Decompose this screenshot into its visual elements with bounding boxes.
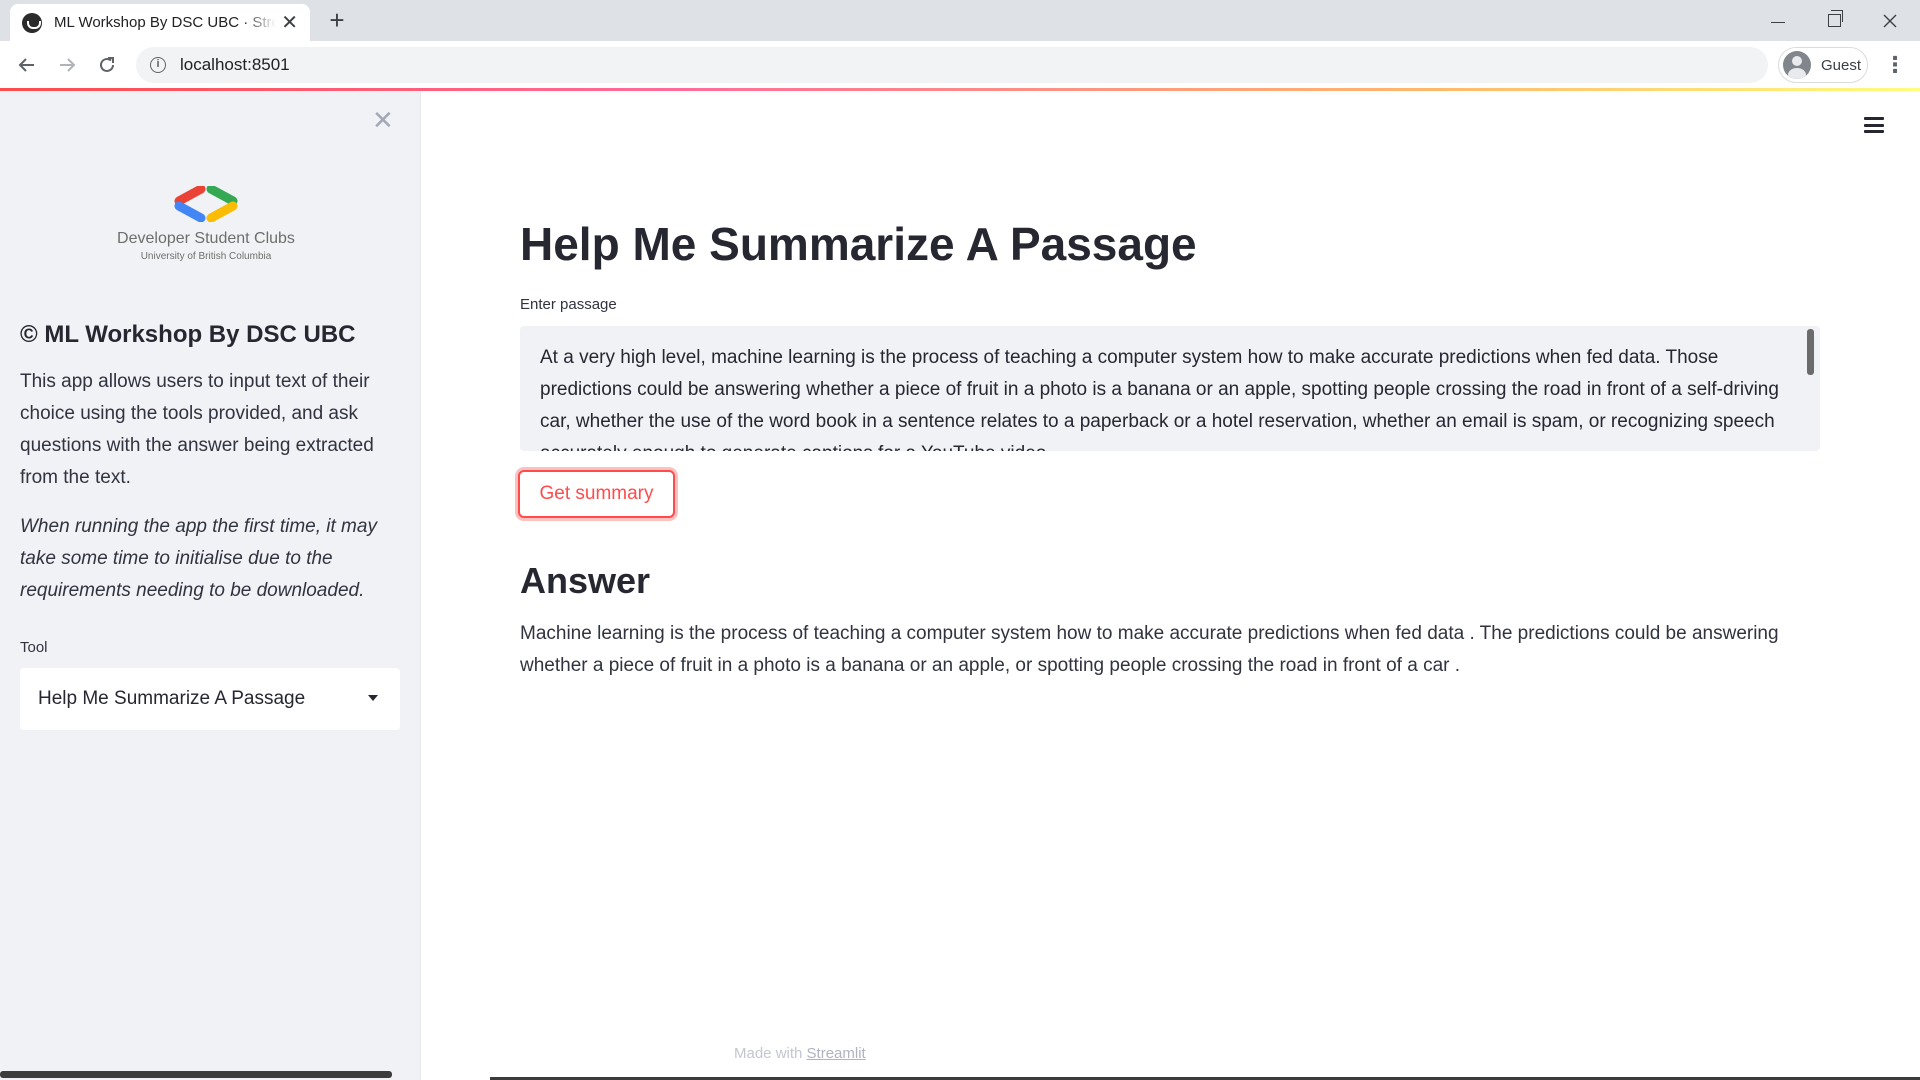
tool-select[interactable]: Help Me Summarize A Passage [20,668,400,730]
hamburger-icon[interactable] [1864,117,1884,133]
passage-text: At a very high level, machine learning i… [540,347,1779,451]
window-minimize-button[interactable] [1750,0,1806,41]
footer-prefix: Made with [734,1045,803,1062]
sidebar-divider [420,91,421,1080]
answer-heading: Answer [520,560,651,601]
browser-menu-icon[interactable]: ⋮ [1880,50,1910,80]
new-tab-button[interactable]: + [322,6,352,36]
reload-icon [100,57,114,72]
dsc-brackets-icon [174,186,238,222]
profile-label: Guest [1821,56,1862,74]
logo-title: Developer Student Clubs [117,230,295,247]
browser-tab-bar: ML Workshop By DSC UBC · Streamlit ✕ + [0,0,1920,41]
streamlit-link[interactable]: Streamlit [807,1045,866,1062]
info-icon[interactable]: i [150,57,166,73]
streamlit-favicon-icon [22,12,42,33]
get-summary-button[interactable]: Get summary [518,470,675,518]
url-text: localhost:8501 [180,55,290,74]
sidebar-note: When running the app the first time, it … [20,516,377,601]
browser-tab[interactable]: ML Workshop By DSC UBC · Streamlit ✕ [10,4,310,41]
tool-select-value: Help Me Summarize A Passage [38,688,306,709]
arrow-left-icon [18,58,34,72]
browser-toolbar: i localhost:8501 Guest ⋮ [0,41,1920,88]
restore-icon [1827,10,1843,27]
tool-label: Tool [20,639,48,656]
profile-button[interactable]: Guest [1778,47,1868,83]
passage-textarea[interactable]: At a very high level, machine learning i… [520,326,1820,451]
arrow-right-icon [60,58,76,72]
textarea-scrollbar[interactable] [1807,329,1814,375]
tab-title: ML Workshop By DSC UBC · Streamlit [54,14,276,31]
sidebar: ✕ Developer Student Clubs University of … [0,91,420,1080]
reload-button[interactable] [92,50,122,80]
sidebar-heading: © ML Workshop By DSC UBC [20,321,356,348]
logo-subtitle: University of British Columbia [140,251,272,262]
page-title: Help Me Summarize A Passage [520,218,1197,270]
dsc-logo: Developer Student Clubs University of Br… [105,186,307,276]
window-restore-button[interactable] [1806,0,1862,41]
chevron-down-icon [368,695,378,701]
sidebar-close-icon[interactable]: ✕ [372,107,394,133]
footer: Made with Streamlit [734,1045,866,1062]
passage-label: Enter passage [520,296,617,313]
avatar-icon [1783,51,1811,79]
forward-button[interactable] [52,50,82,80]
window-close-button[interactable] [1862,0,1918,41]
address-bar[interactable]: i localhost:8501 [136,47,1768,83]
sidebar-description: This app allows users to input text of t… [20,371,374,488]
close-icon [1883,14,1897,27]
minimize-icon [1771,22,1785,23]
answer-text: Machine learning is the process of teach… [520,623,1779,676]
sidebar-horizontal-scrollbar[interactable] [0,1071,392,1078]
back-button[interactable] [12,50,42,80]
tab-close-icon[interactable]: ✕ [281,13,298,33]
